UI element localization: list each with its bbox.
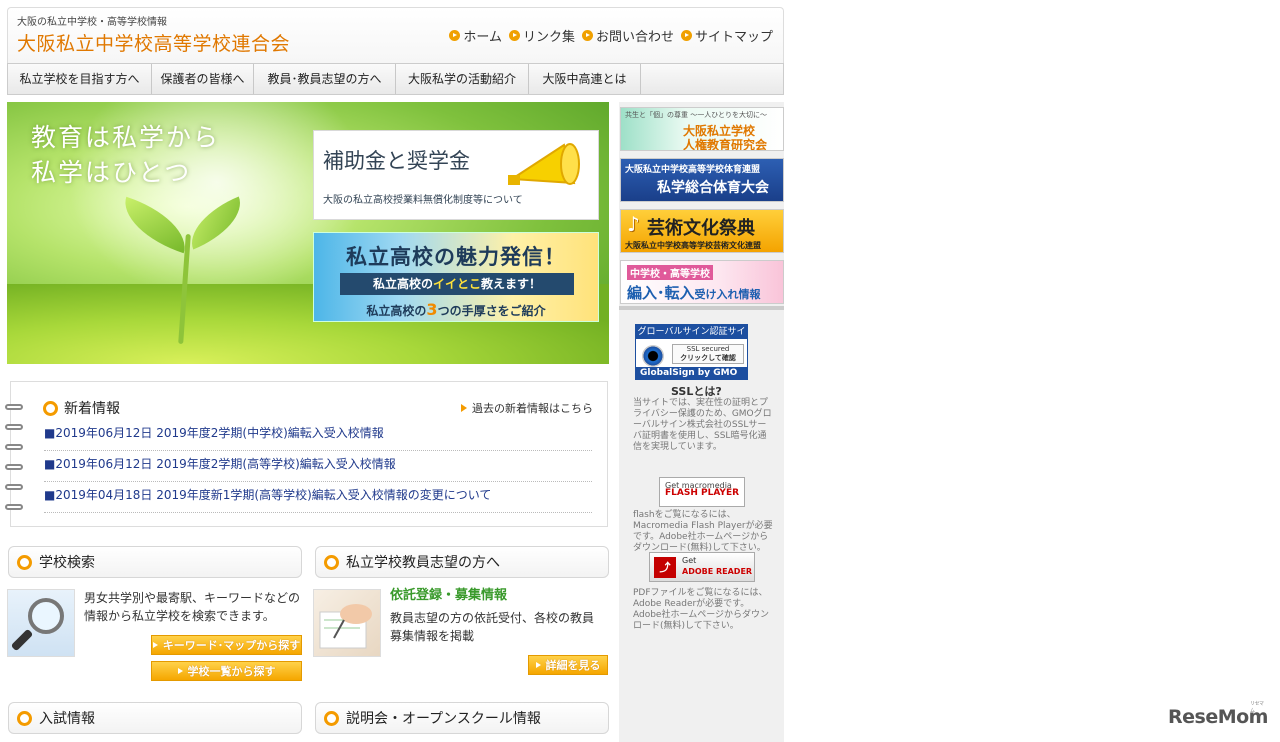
teacher-subtitle[interactable]: 依託登録・募集情報 (390, 587, 604, 605)
pdf-description: PDFファイルをご覧になるには、Adobe Readerが必要です。Adobe社… (633, 588, 770, 631)
nav-activities[interactable]: 大阪私学の活動紹介 (396, 64, 529, 94)
top-links: ホーム リンク集 お問い合わせ サイトマップ (449, 26, 773, 45)
site-title[interactable]: 大阪私立中学校高等学校連合会 (17, 29, 290, 56)
adobe-reader-badge[interactable]: ⤴ Get ADOBE READER (649, 552, 755, 582)
binder-ring-icon (5, 404, 23, 410)
page: 大阪の私立中学校・高等学校情報 大阪私立中学校高等学校連合会 ホーム リンク集 … (5, 7, 784, 742)
exam-info-heading[interactable]: 入試情報 (8, 702, 302, 734)
bullet-icon (581, 30, 593, 41)
news-item[interactable]: ■2019年04月18日 2019年度新1学期(高等学校)編転入受入校情報の変更… (44, 482, 592, 513)
teacher-heading: 私立学校教員志望の方へ (315, 546, 609, 578)
banner-geijutsu[interactable]: ♪ 芸術文化祭典 大阪私立中学校高等学校芸術文化連盟 (620, 209, 784, 253)
site-tagline: 大阪の私立中学校・高等学校情報 (17, 17, 167, 28)
nav-teachers[interactable]: 教員･教員志望の方へ (254, 64, 396, 94)
open-school-heading[interactable]: 説明会・オープンスクール情報 (315, 702, 609, 734)
binder-ring-icon (5, 444, 23, 450)
news-item[interactable]: ■2019年06月12日 2019年度2学期(中学校)編転入受入校情報 (44, 420, 592, 451)
arrow-icon (461, 404, 467, 412)
binder-ring-icon (5, 464, 23, 470)
news-item[interactable]: ■2019年06月12日 2019年度2学期(高等学校)編転入受入校情報 (44, 451, 592, 482)
sidebar: 共生と「個」の尊重 〜一人ひとりを大切に〜 大阪私立学校 人権教育研究会 大阪私… (619, 102, 784, 742)
writing-icon (319, 604, 372, 649)
detail-button[interactable]: 詳細を見る (528, 655, 608, 675)
banner-hennyu[interactable]: 中学校・高等学校 編入･転入受け入れ情報 (620, 260, 784, 304)
school-list-search-button[interactable]: 学校一覧から探す (151, 661, 302, 681)
globalsign-logo-icon (642, 345, 664, 367)
bullet-icon (508, 30, 520, 41)
hero-image: 教育は私学から 私学はひとつ 補助金と奨学金 大阪の私立高校授業料無償化制度等に… (7, 102, 609, 364)
flash-description: flashをご覧になるには、Macromedia Flash Playerが必要… (633, 510, 773, 553)
global-nav: 私立学校を目指す方へ 保護者の皆様へ 教員･教員志望の方へ 大阪私学の活動紹介 … (7, 63, 784, 95)
ssl-title: SSLとは? (671, 385, 722, 398)
school-search-text: 男女共学別や最寄駅、キーワードなどの情報から私立学校を検索できます。 (84, 591, 301, 623)
magnifier-icon (11, 598, 64, 651)
binder-ring-icon (5, 424, 23, 430)
megaphone-icon (508, 143, 580, 185)
news-list: ■2019年06月12日 2019年度2学期(中学校)編転入受入校情報 ■201… (44, 420, 592, 513)
link-links[interactable]: リンク集 (508, 26, 575, 45)
bullet-icon (449, 30, 461, 41)
ssl-description: 当サイトでは、実在性の証明とプライバシー保護のため、GMOグローバルサイン株式会… (633, 398, 772, 452)
globalsign-seal[interactable]: グローバルサイン認証サイト SSL secured クリックして確認 Globa… (635, 324, 748, 380)
link-sitemap[interactable]: サイトマップ (680, 26, 773, 45)
arrow-icon (177, 668, 183, 674)
nav-parents[interactable]: 保護者の皆様へ (152, 64, 254, 94)
arrow-icon (152, 642, 158, 648)
binder-ring-icon (5, 484, 23, 490)
appeal-banner[interactable]: 私立高校の魅力発信！ 私立高校のイイとこ教えます！ 私立高校の3つの手厚さをご紹… (313, 232, 599, 322)
keyword-map-search-button[interactable]: キーワード･マップから探す (151, 635, 302, 655)
link-contact[interactable]: お問い合わせ (581, 26, 674, 45)
circle-bullet-icon (17, 554, 32, 570)
magnifier-image (7, 589, 75, 657)
arrow-icon (535, 662, 541, 668)
teacher-text: 教員志望の方の依託受付、各校の教員募集情報を掲載 (390, 611, 595, 643)
pdf-icon: ⤴ (654, 557, 676, 578)
news-heading: 新着情報 (43, 398, 120, 418)
news-panel: 新着情報 過去の新着情報はこちら ■2019年06月12日 2019年度2学期(… (5, 381, 608, 527)
writing-hand-image (313, 589, 381, 657)
circle-bullet-icon (17, 710, 32, 726)
site-header: 大阪の私立中学校・高等学校情報 大阪私立中学校高等学校連合会 ホーム リンク集 … (7, 7, 784, 63)
nav-students[interactable]: 私立学校を目指す方へ (8, 64, 152, 94)
flash-player-badge[interactable]: Get macromedia FLASH PLAYER (659, 477, 745, 507)
banner-taiiku[interactable]: 大阪私立中学校高等学校体育連盟 私学総合体育大会 (620, 158, 784, 202)
binder-ring-icon (5, 504, 23, 510)
banner-jinken[interactable]: 共生と「個」の尊重 〜一人ひとりを大切に〜 大阪私立学校 人権教育研究会 (620, 107, 784, 151)
school-search-heading: 学校検索 (8, 546, 302, 578)
circle-bullet-icon (324, 710, 339, 726)
nav-about[interactable]: 大阪中高連とは (529, 64, 641, 94)
link-home[interactable]: ホーム (449, 26, 502, 45)
subsidy-banner[interactable]: 補助金と奨学金 大阪の私立高校授業料無償化制度等について (313, 130, 599, 220)
past-news-link[interactable]: 過去の新着情報はこちら (461, 400, 593, 416)
bullet-icon (680, 30, 692, 41)
watermark-logo: ReseMom リセマム (1168, 701, 1268, 728)
hero-catchphrase: 教育は私学から 私学はひとつ (31, 123, 221, 187)
circle-bullet-icon (324, 554, 339, 570)
circle-bullet-icon (43, 400, 58, 416)
